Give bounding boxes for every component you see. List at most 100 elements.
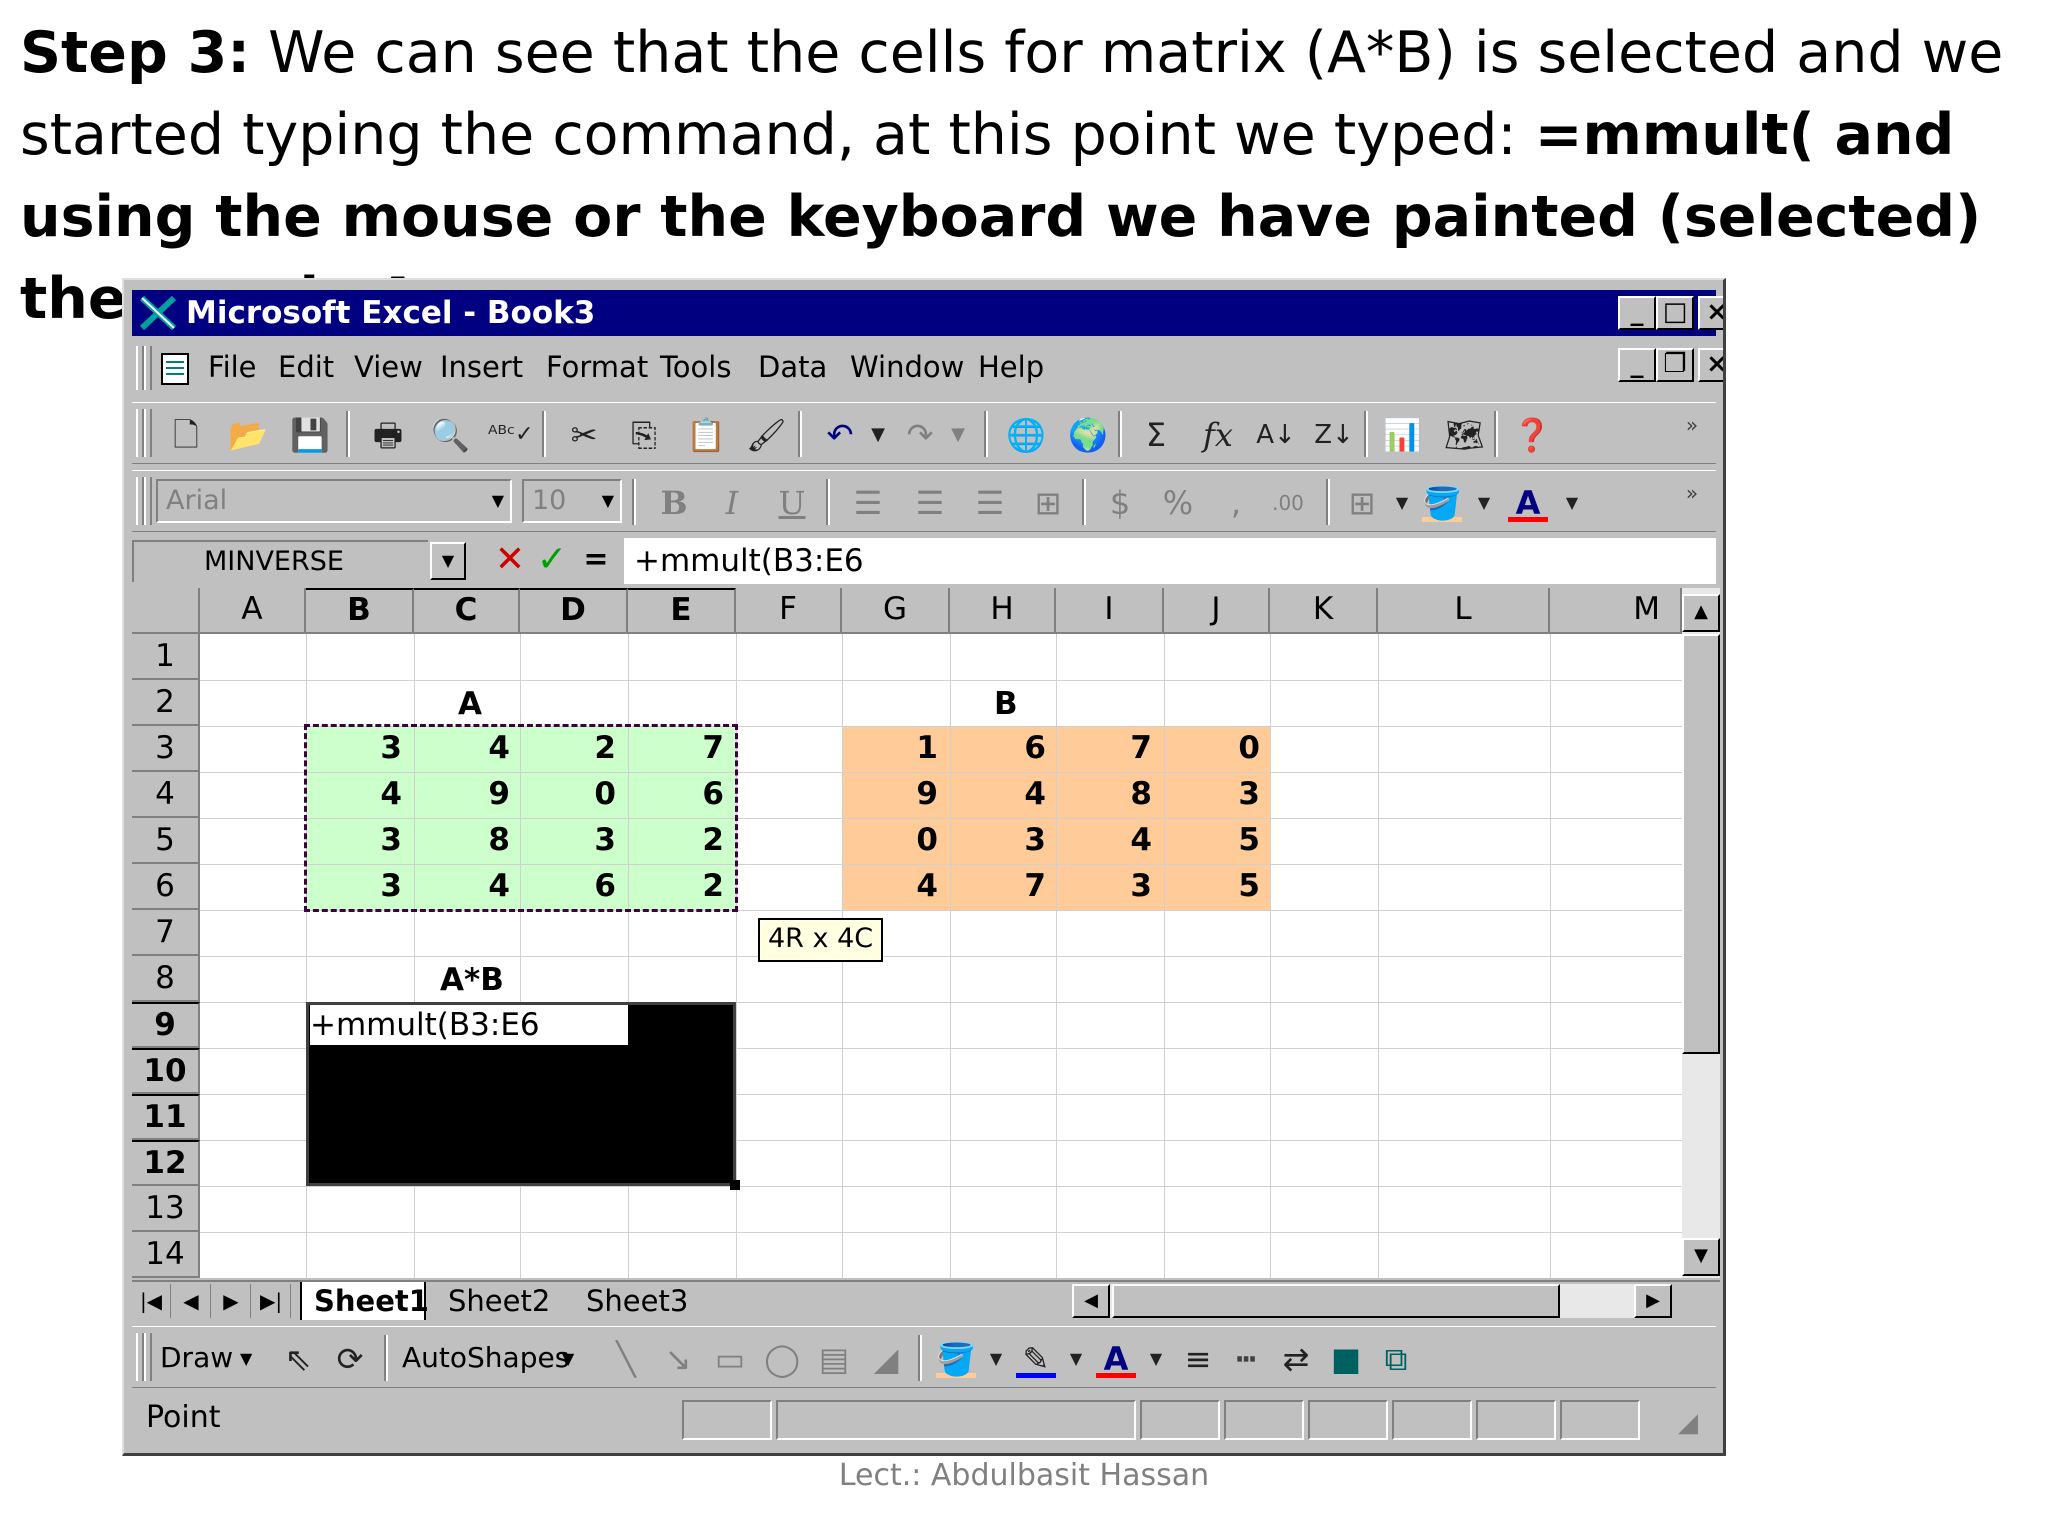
column-header-m[interactable]: M: [1550, 588, 1682, 634]
document-icon[interactable]: [156, 348, 196, 388]
enter-icon[interactable]: ✓: [532, 540, 572, 580]
line-style-icon[interactable]: ≡: [1178, 1339, 1218, 1379]
borders-icon[interactable]: ⊞: [1342, 483, 1382, 523]
percent-icon[interactable]: %: [1158, 483, 1198, 523]
cell-h5[interactable]: 3: [950, 822, 1046, 858]
column-header-j[interactable]: J: [1164, 588, 1270, 634]
row-header-2[interactable]: 2: [132, 680, 200, 726]
3d-icon[interactable]: ⧉: [1376, 1339, 1416, 1379]
sort-asc-icon[interactable]: A↓: [1256, 415, 1296, 455]
row-header-3[interactable]: 3: [132, 726, 200, 772]
last-sheet-icon[interactable]: ▶|: [252, 1284, 291, 1318]
arrow-style-icon[interactable]: ⇄: [1276, 1339, 1316, 1379]
cell-editor[interactable]: +mmult(B3:E6: [310, 1005, 628, 1045]
horizontal-scroll-thumb[interactable]: [1112, 1284, 1560, 1318]
cell-i3[interactable]: 7: [1056, 730, 1152, 766]
open-icon[interactable]: 📂: [228, 415, 268, 455]
fill-dropdown-icon[interactable]: ▼: [1464, 483, 1504, 523]
tab-sheet3[interactable]: Sheet3: [586, 1284, 688, 1318]
font-name-combo[interactable]: Arial ▼: [156, 479, 512, 523]
web-icon[interactable]: 🌍: [1068, 415, 1108, 455]
font-color-icon[interactable]: A: [1096, 1339, 1136, 1378]
maximize-button[interactable]: □: [1656, 296, 1694, 330]
currency-icon[interactable]: $: [1100, 483, 1140, 523]
cell-i5[interactable]: 4: [1056, 822, 1152, 858]
chart-wizard-icon[interactable]: 📊: [1382, 415, 1422, 455]
scroll-up-icon[interactable]: ▲: [1682, 594, 1720, 632]
cell-h4[interactable]: 4: [950, 776, 1046, 812]
column-header-f[interactable]: F: [736, 588, 842, 634]
menu-window[interactable]: Window: [850, 350, 964, 384]
formula-input[interactable]: +mmult(B3:E6: [624, 538, 1716, 584]
horizontal-scrollbar[interactable]: ◀ ▶: [1072, 1284, 1672, 1318]
dash-style-icon[interactable]: ┅: [1226, 1339, 1266, 1379]
menu-view[interactable]: View: [354, 350, 423, 384]
column-header-g[interactable]: G: [842, 588, 950, 634]
increase-decimal-icon[interactable]: .00: [1268, 483, 1308, 523]
borders-dropdown-icon[interactable]: ▼: [1382, 483, 1422, 523]
doc-restore-button[interactable]: ❐: [1656, 348, 1694, 382]
save-icon[interactable]: 💾: [290, 415, 330, 455]
column-header-l[interactable]: L: [1378, 588, 1550, 634]
select-objects-icon[interactable]: ⇖: [278, 1339, 318, 1379]
fill-color-icon[interactable]: 🪣: [1422, 483, 1462, 522]
doc-close-button[interactable]: ×: [1698, 348, 1723, 382]
fill-handle[interactable]: [730, 1180, 740, 1190]
row-header-7[interactable]: 7: [132, 910, 200, 956]
close-button[interactable]: ×: [1698, 296, 1723, 330]
new-icon[interactable]: 🗋: [166, 415, 206, 455]
rectangle-icon[interactable]: ▭: [710, 1339, 750, 1379]
menu-help[interactable]: Help: [978, 350, 1044, 384]
column-header-c[interactable]: C: [414, 588, 520, 634]
first-sheet-icon[interactable]: |◀: [132, 1284, 171, 1318]
column-header-d[interactable]: D: [520, 588, 628, 634]
scroll-left-icon[interactable]: ◀: [1072, 1284, 1110, 1318]
doc-minimize-button[interactable]: _: [1618, 348, 1656, 382]
autoshapes-menu-button[interactable]: AutoShapes: [402, 1341, 569, 1374]
more-buttons-icon[interactable]: »: [1672, 473, 1712, 513]
row-header-8[interactable]: 8: [132, 956, 200, 1002]
font-color-dropdown-icon[interactable]: ▼: [1136, 1339, 1176, 1379]
tab-sheet1[interactable]: Sheet1: [300, 1282, 429, 1320]
cell-g5[interactable]: 0: [842, 822, 938, 858]
cell-i6[interactable]: 3: [1056, 868, 1152, 904]
shadow-icon[interactable]: ■: [1326, 1339, 1366, 1379]
column-header-k[interactable]: K: [1270, 588, 1378, 634]
map-icon[interactable]: 🗺: [1444, 415, 1485, 455]
row-header-6[interactable]: 6: [132, 864, 200, 910]
menu-edit[interactable]: Edit: [278, 350, 334, 384]
edit-formula-icon[interactable]: =: [576, 540, 616, 580]
bold-icon[interactable]: B: [654, 483, 694, 523]
row-header-10[interactable]: 10: [132, 1048, 200, 1094]
cell-i4[interactable]: 8: [1056, 776, 1152, 812]
undo-dropdown-icon[interactable]: ▼: [858, 415, 898, 455]
menu-data[interactable]: Data: [758, 350, 827, 384]
sort-desc-icon[interactable]: Z↓: [1314, 415, 1354, 455]
undo-icon[interactable]: ↶: [820, 415, 860, 455]
prev-sheet-icon[interactable]: ◀: [172, 1284, 211, 1318]
help-icon[interactable]: ❓: [1512, 415, 1552, 455]
row-header-4[interactable]: 4: [132, 772, 200, 818]
arrow-icon[interactable]: ↘: [658, 1339, 698, 1379]
align-center-icon[interactable]: ☰: [910, 483, 950, 523]
redo-dropdown-icon[interactable]: ▼: [938, 415, 978, 455]
cell-g4[interactable]: 9: [842, 776, 938, 812]
function-icon[interactable]: fx: [1198, 415, 1238, 455]
column-header-h[interactable]: H: [950, 588, 1056, 634]
cell-h3[interactable]: 6: [950, 730, 1046, 766]
cell-j5[interactable]: 5: [1164, 822, 1260, 858]
autosum-icon[interactable]: Σ: [1136, 415, 1176, 455]
cancel-icon[interactable]: ✕: [490, 540, 530, 580]
line-color-icon[interactable]: ✎: [1016, 1339, 1056, 1378]
title-bar[interactable]: Microsoft Excel - Book3 _ □ ×: [132, 290, 1723, 336]
fill-dropdown-icon[interactable]: ▼: [976, 1339, 1016, 1379]
cell-j4[interactable]: 3: [1164, 776, 1260, 812]
row-header-13[interactable]: 13: [132, 1186, 200, 1232]
scroll-right-icon[interactable]: ▶: [1634, 1284, 1672, 1318]
column-header-e[interactable]: E: [628, 588, 736, 634]
cell-j6[interactable]: 5: [1164, 868, 1260, 904]
free-rotate-icon[interactable]: ⟳: [330, 1339, 370, 1379]
cell-h6[interactable]: 7: [950, 868, 1046, 904]
resize-grip-icon[interactable]: ◢: [1678, 1408, 1698, 1438]
oval-icon[interactable]: ◯: [762, 1339, 802, 1379]
